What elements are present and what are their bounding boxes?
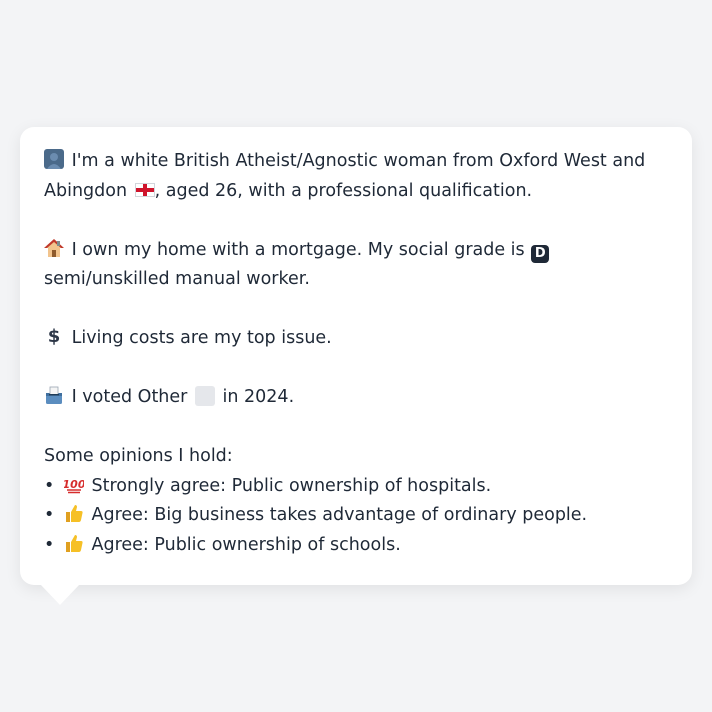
bullet: • bbox=[44, 475, 55, 496]
svg-text:100: 100 bbox=[64, 478, 84, 491]
bullet: • bbox=[44, 505, 55, 525]
opinion-list-item: • 100 Strongly agree: Public ownership o… bbox=[44, 472, 668, 502]
home-text: I own my home with a mortgage. My social… bbox=[71, 239, 525, 260]
vote-paragraph: I voted Other in 2024. bbox=[44, 383, 668, 413]
opinions-heading: Some opinions I hold: bbox=[44, 446, 233, 466]
identity-paragraph: I'm a white British Atheist/Agnostic wom… bbox=[44, 147, 668, 206]
issue-paragraph: $ Living costs are my top issue. bbox=[44, 324, 668, 354]
opinion-list-item: • Agree: Big business takes advantage of… bbox=[44, 501, 668, 531]
vote-suffix: in 2024. bbox=[222, 387, 295, 407]
thumbs-up-icon bbox=[65, 505, 83, 522]
home-paragraph: I own my home with a mortgage. My social… bbox=[44, 236, 668, 295]
thumbs-up-icon bbox=[65, 534, 83, 552]
opinion-text: Strongly agree: Public ownership of hosp… bbox=[91, 475, 492, 496]
speech-bubble-tail bbox=[40, 584, 80, 605]
issue-text: Living costs are my top issue. bbox=[71, 328, 332, 348]
social-grade-badge: D bbox=[531, 244, 550, 263]
vote-prefix: I voted Other bbox=[71, 387, 188, 407]
person-icon bbox=[44, 149, 64, 169]
opinion-text: Agree: Big business takes advantage of o… bbox=[91, 505, 588, 525]
dollar-icon: $ bbox=[48, 326, 61, 346]
opinion-list-item: • Agree: Public ownership of schools. bbox=[44, 531, 668, 561]
ballot-box-icon bbox=[46, 386, 62, 404]
bullet: • bbox=[44, 534, 55, 555]
opinion-text: Agree: Public ownership of schools. bbox=[91, 534, 401, 555]
gray-square-icon bbox=[194, 386, 215, 406]
page: I'm a white British Atheist/Agnostic wom… bbox=[0, 0, 712, 712]
house-icon bbox=[44, 238, 64, 257]
grade-suffix: semi/unskilled manual worker. bbox=[44, 269, 310, 289]
hundred-icon: 100 bbox=[64, 478, 84, 493]
identity-suffix: , aged 26, with a professional qualifica… bbox=[154, 180, 533, 201]
svg-text:$: $ bbox=[48, 326, 61, 346]
england-flag-icon bbox=[134, 182, 155, 197]
persona-speech-bubble: I'm a white British Atheist/Agnostic wom… bbox=[20, 127, 692, 585]
